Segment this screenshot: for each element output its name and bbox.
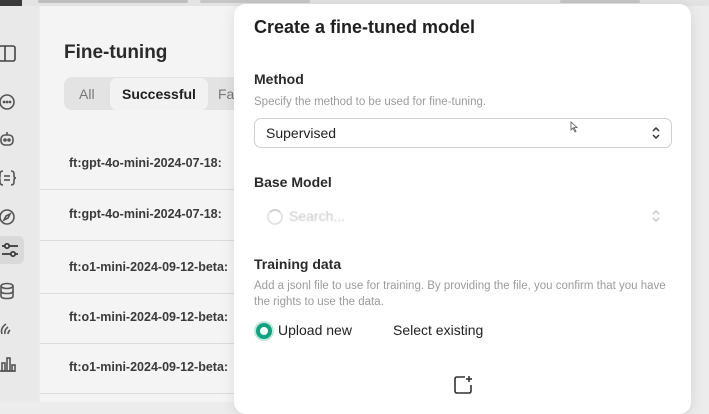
select-existing-option[interactable]: Select existing bbox=[393, 322, 483, 338]
filter-tab-successful[interactable]: Successful bbox=[110, 78, 208, 110]
file-upload-icon[interactable] bbox=[452, 374, 474, 396]
training-data-help-text: Add a jsonl file to use for training. By… bbox=[254, 280, 666, 308]
radio-upload-new[interactable] bbox=[256, 323, 272, 339]
chevron-up-down-icon bbox=[652, 126, 660, 140]
compass-icon[interactable] bbox=[0, 207, 18, 227]
storage-icon[interactable] bbox=[0, 281, 18, 301]
method-help-text: Specify the method to be used for fine-t… bbox=[254, 96, 487, 108]
job-row[interactable]: ft:gpt-4o-mini-2024-07-18: bbox=[40, 192, 240, 241]
method-select[interactable]: Supervised bbox=[254, 118, 672, 148]
base-model-label: Base Model bbox=[254, 174, 332, 190]
top-strip-blurred-text bbox=[200, 0, 310, 3]
batches-icon[interactable] bbox=[0, 168, 18, 188]
top-strip-blurred-text bbox=[38, 0, 188, 3]
left-sidebar bbox=[0, 6, 38, 402]
job-row[interactable]: ft:o1-mini-2024-09-12-beta: bbox=[40, 245, 240, 294]
base-model-placeholder: Search... bbox=[289, 208, 346, 224]
base-model-select[interactable]: Search... bbox=[254, 201, 672, 231]
job-row[interactable]: ft:gpt-4o-mini-2024-07-18: bbox=[40, 141, 240, 190]
upload-new-label[interactable]: Upload new bbox=[278, 322, 352, 338]
dialog-title: Create a fine-tuned model bbox=[254, 17, 476, 37]
method-select-value: Supervised bbox=[266, 125, 337, 141]
create-fine-tuned-model-dialog: Create a fine-tuned model Method Specify… bbox=[234, 4, 691, 414]
chevron-up-down-icon bbox=[652, 209, 660, 223]
job-row[interactable]: ft:o1-mini-2024-09-12-beta: bbox=[40, 345, 240, 394]
filter-tab-all[interactable]: All bbox=[79, 86, 95, 102]
mouse-cursor-icon bbox=[570, 121, 579, 133]
page-title: Fine-tuning bbox=[64, 42, 168, 63]
audio-icon[interactable] bbox=[0, 318, 18, 338]
top-strip-blurred-text bbox=[560, 0, 640, 3]
training-data-label: Training data bbox=[254, 256, 342, 272]
panel-toggle-icon[interactable] bbox=[0, 44, 18, 64]
chat-icon[interactable] bbox=[0, 92, 18, 112]
method-label: Method bbox=[254, 71, 304, 87]
assistant-bot-icon[interactable] bbox=[0, 130, 18, 150]
fine-tuning-sliders-icon[interactable] bbox=[0, 236, 24, 264]
job-row[interactable]: ft:o1-mini-2024-09-12-beta: bbox=[40, 295, 240, 344]
loading-spinner-icon bbox=[267, 209, 283, 225]
filter-tab-failed[interactable]: Fa bbox=[218, 86, 234, 102]
usage-bar-chart-icon[interactable] bbox=[0, 354, 18, 374]
